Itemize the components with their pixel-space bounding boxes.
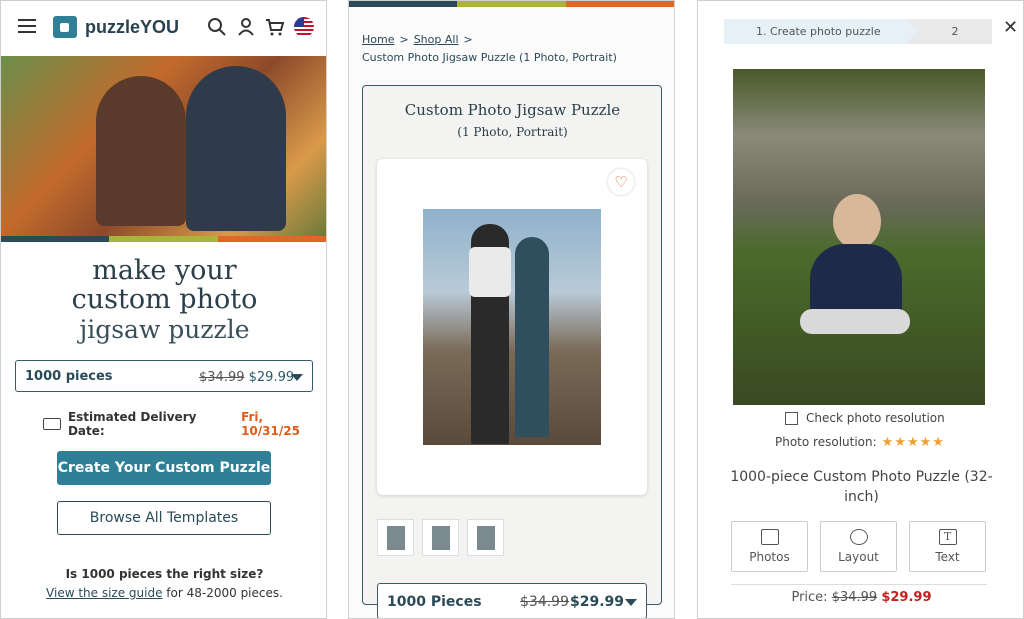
product-photo[interactable]: [423, 209, 601, 445]
menu-icon[interactable]: [18, 19, 36, 33]
photos-tool-button[interactable]: Photos: [731, 521, 808, 572]
step-create-puzzle[interactable]: 1. Create photo puzzle: [724, 19, 918, 44]
rating-stars: ★★★★★: [881, 435, 945, 450]
editor-panel: 1. Create photo puzzle 2 ✕ Check photo r…: [697, 0, 1024, 619]
new-price: $29.99: [881, 590, 932, 605]
step-progress: 1. Create photo puzzle 2: [724, 19, 992, 44]
product-subtitle: (1 Photo, Portrait): [457, 125, 568, 139]
check-resolution-toggle[interactable]: Check photo resolution: [785, 411, 945, 425]
site-header: puzzleYOU: [1, 1, 326, 56]
pieces-select[interactable]: 1000 pieces $34.99 $29.99: [15, 360, 313, 392]
eye-icon: [849, 529, 868, 545]
pieces-select[interactable]: 1000 Pieces $34.99 $29.99: [377, 583, 647, 618]
size-guide-link[interactable]: View the size guide: [46, 586, 162, 600]
photo-icon: [760, 529, 779, 545]
breadcrumb: Home > Shop All >: [362, 33, 473, 46]
breadcrumb-current: Custom Photo Jigsaw Puzzle (1 Photo, Por…: [362, 51, 617, 64]
close-icon[interactable]: ✕: [1003, 17, 1018, 38]
user-icon[interactable]: [236, 17, 256, 37]
product-title: 1000-piece Custom Photo Puzzle (32-inch): [730, 469, 993, 505]
thumbnail[interactable]: [377, 519, 414, 556]
thumbnail-strip: [377, 519, 504, 556]
chevron-down-icon: [291, 374, 303, 381]
hero-headline: make your custom photo jigsaw puzzle: [71, 255, 258, 344]
new-price: $29.99: [248, 370, 295, 385]
old-price: $34.99: [831, 590, 878, 605]
breadcrumb-home[interactable]: Home: [362, 33, 394, 46]
photo-resolution: Photo resolution: ★★★★★: [775, 435, 945, 450]
step-two[interactable]: 2: [906, 19, 992, 44]
divider: [731, 584, 987, 585]
search-icon[interactable]: [207, 17, 227, 37]
thumbnail[interactable]: [467, 519, 504, 556]
price-line: Price: $34.99 $29.99: [791, 590, 932, 605]
product-title: Custom Photo Jigsaw Puzzle: [404, 101, 621, 119]
old-price: $34.99: [520, 594, 569, 610]
breadcrumb-shop-all[interactable]: Shop All: [414, 33, 459, 46]
text-tool-button[interactable]: T Text: [909, 521, 986, 572]
puzzle-preview[interactable]: [733, 69, 985, 405]
text-icon: T: [938, 529, 957, 545]
old-price: $34.99: [199, 370, 245, 385]
layout-tool-button[interactable]: Layout: [820, 521, 897, 572]
editor-toolbar: Photos Layout T Text: [731, 521, 986, 572]
product-panel: Home > Shop All > Custom Photo Jigsaw Puzzl…: [348, 0, 675, 619]
home-panel: puzzleYOU make your custom photo jigsaw …: [0, 0, 327, 619]
hero-image: [1, 56, 326, 236]
brand-name: puzzleYOU: [85, 16, 180, 37]
chevron-down-icon: [625, 599, 637, 606]
puzzle-logo-icon: [53, 16, 77, 38]
new-price: $29.99: [570, 594, 625, 610]
delivery-date: Fri, 10/31/25: [241, 410, 300, 438]
cart-icon[interactable]: [265, 17, 285, 37]
truck-icon: [43, 418, 61, 430]
delivery-estimate: Estimated Delivery Date: Fri, 10/31/25: [43, 410, 326, 438]
checkbox[interactable]: [785, 411, 798, 425]
brand-stripe: [1, 236, 326, 242]
create-puzzle-button[interactable]: Create Your Custom Puzzle: [57, 451, 271, 485]
heart-icon[interactable]: ♡: [608, 169, 634, 195]
size-guide-line: View the size guide for 48-2000 pieces.: [46, 586, 283, 600]
thumbnail[interactable]: [422, 519, 459, 556]
size-question: Is 1000 pieces the right size?: [65, 567, 264, 581]
us-flag-icon[interactable]: [294, 17, 314, 37]
brand-stripe: [349, 1, 674, 7]
brand-logo[interactable]: puzzleYOU: [53, 16, 179, 38]
browse-templates-button[interactable]: Browse All Templates: [57, 501, 271, 535]
